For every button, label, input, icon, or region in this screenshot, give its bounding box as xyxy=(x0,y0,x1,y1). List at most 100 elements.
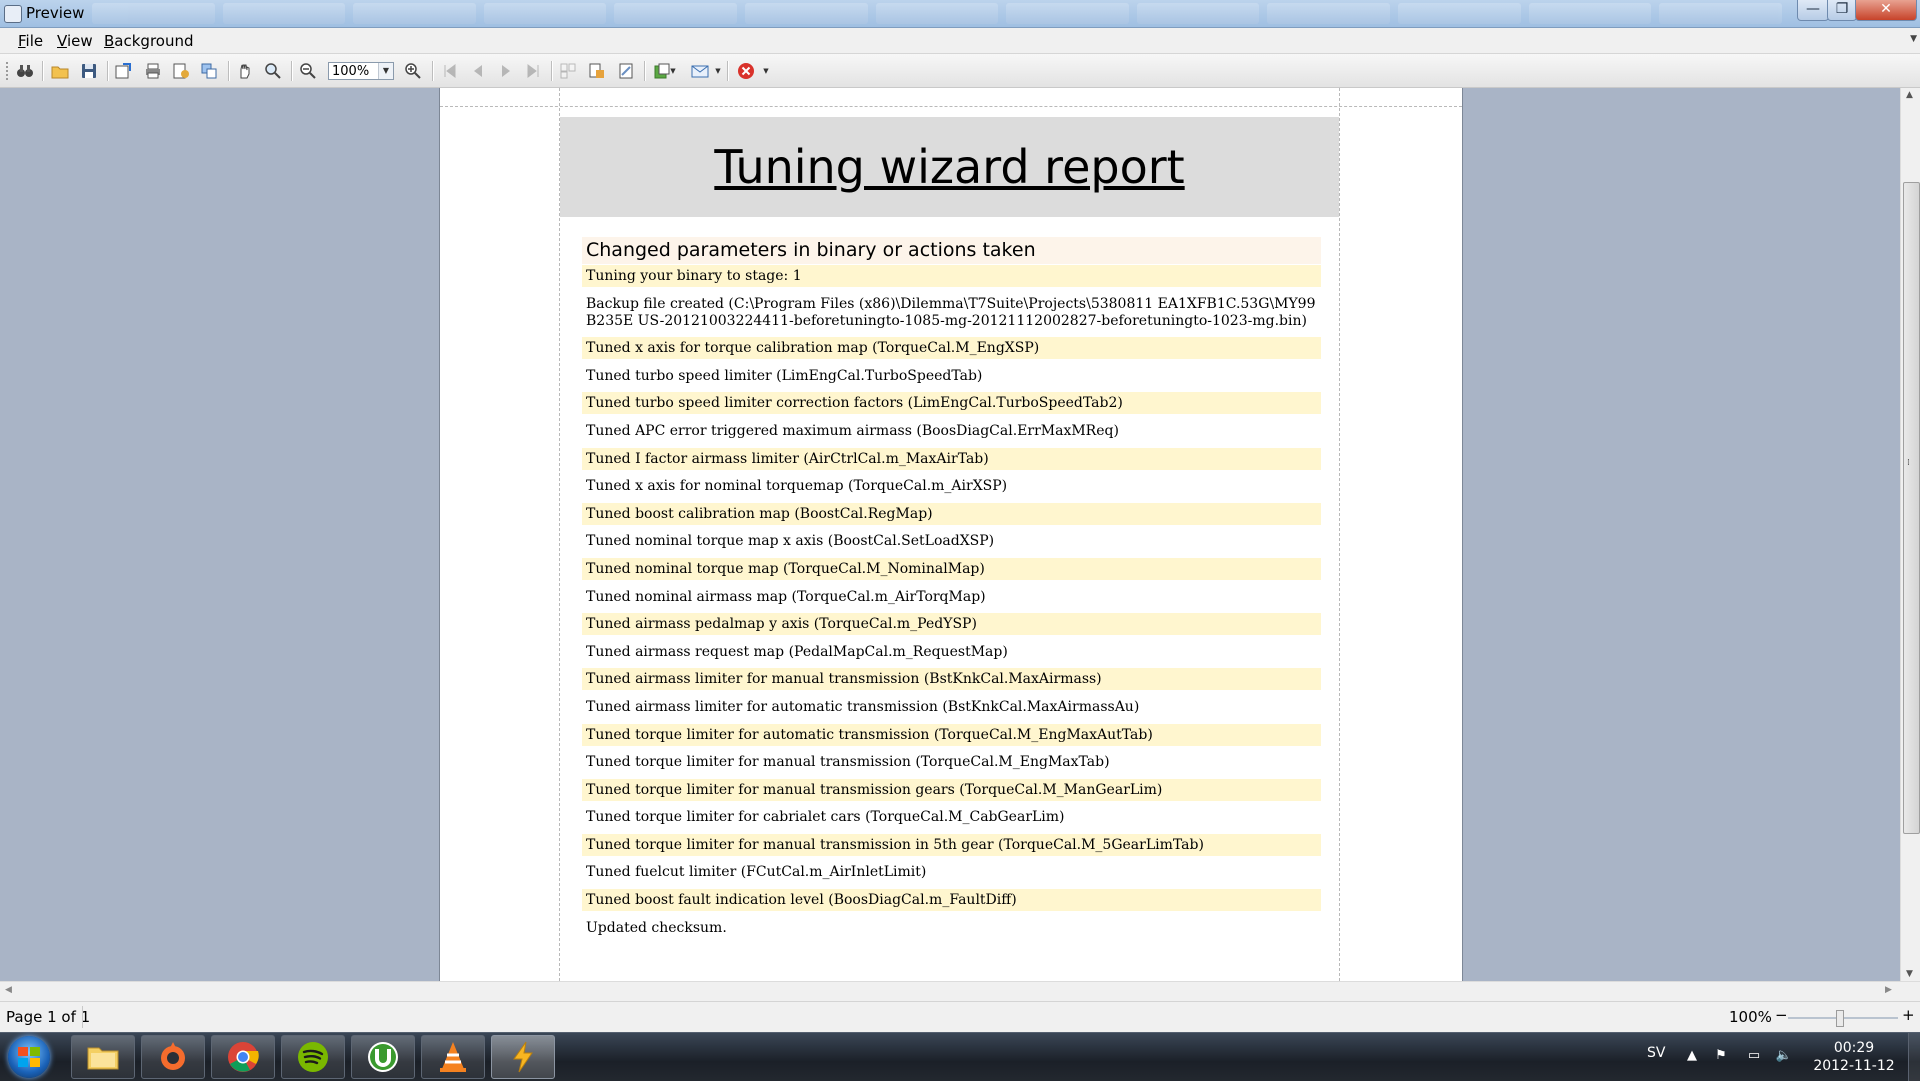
report-line: Tuned turbo speed limiter (LimEngCal.Tur… xyxy=(586,367,983,384)
scale-icon[interactable] xyxy=(199,61,219,81)
zoom-out-icon[interactable] xyxy=(298,61,318,81)
report-line: Tuned nominal torque map x axis (BoostCa… xyxy=(586,533,995,550)
windows-taskbar: SV ▲ ⚑ ▭ 🔈 00:29 2012-11-12 xyxy=(0,1032,1920,1081)
preview-app-icon xyxy=(4,5,22,23)
taskbar-chrome[interactable] xyxy=(211,1035,275,1079)
report-line: Tuned fuelcut limiter (FCutCal.m_AirInle… xyxy=(586,864,927,881)
report-line: Tuned torque limiter for manual transmis… xyxy=(582,778,1321,801)
utorrent-icon xyxy=(368,1042,398,1072)
report-line: Tuned airmass limiter for manual transmi… xyxy=(582,668,1321,691)
scroll-down-icon[interactable]: ▼ xyxy=(1906,969,1913,979)
vertical-scrollbar[interactable]: ▲ ⁞ ▼ xyxy=(1900,88,1920,981)
zoom-slider-thumb[interactable] xyxy=(1836,1010,1844,1027)
system-clock[interactable]: 00:29 2012-11-12 xyxy=(1804,1039,1904,1075)
scroll-right-icon[interactable]: ▶ xyxy=(1885,985,1892,995)
report-line: Tuned torque limiter for automatic trans… xyxy=(582,723,1321,746)
taskbar-spotify[interactable] xyxy=(281,1035,345,1079)
toolbar-grip-handle[interactable] xyxy=(6,62,12,80)
toolbar-overflow-icon[interactable]: ▼ xyxy=(762,61,770,81)
report-line: Updated checksum. xyxy=(586,919,727,936)
report-page: Tuning wizard report Changed parameters … xyxy=(439,88,1463,981)
horizontal-scrollbar[interactable]: ◀ ▶ xyxy=(0,981,1920,1001)
chrome-icon xyxy=(228,1042,259,1072)
close-window-button[interactable]: ✕ xyxy=(1855,0,1917,21)
zoom-out-button[interactable]: − xyxy=(1775,1006,1788,1024)
volume-icon[interactable]: 🔈 xyxy=(1775,1047,1793,1065)
header-footer-icon[interactable] xyxy=(587,61,607,81)
background-window-tabs xyxy=(92,3,1782,24)
report-line: Tuned x axis for nominal torquemap (Torq… xyxy=(586,478,1008,495)
menu-file[interactable]: File xyxy=(18,32,43,50)
report-line-part: B235E US-20121003224411-beforetuningto-1… xyxy=(586,312,1307,329)
email-dropdown-icon[interactable]: ▼ xyxy=(713,61,723,81)
action-center-flag-icon[interactable]: ⚑ xyxy=(1712,1047,1730,1065)
report-line: Tuning your binary to stage: 1 xyxy=(582,265,1321,287)
report-line: Tuned airmass limiter for automatic tran… xyxy=(586,698,1140,715)
chevron-down-icon[interactable]: ▼ xyxy=(378,63,393,79)
maximize-button[interactable]: ❐ xyxy=(1827,0,1857,21)
zoom-percentage: 100% xyxy=(1729,1008,1772,1026)
export-icon[interactable] xyxy=(113,61,133,81)
vertical-scroll-thumb[interactable] xyxy=(1903,182,1920,834)
report-line: Backup file created (C:\Program Files (x… xyxy=(582,293,1321,332)
show-desktop-button[interactable] xyxy=(1908,1033,1920,1081)
prev-page-icon[interactable] xyxy=(468,61,488,81)
report-line: Tuned boost calibration map (BoostCal.Re… xyxy=(582,502,1321,525)
report-line: Tuned I factor airmass limiter (AirCtrlC… xyxy=(582,447,1321,470)
multiple-pages-icon[interactable] xyxy=(558,61,578,81)
report-title: Tuning wizard report xyxy=(714,140,1185,194)
lightning-icon xyxy=(513,1041,533,1073)
zoom-in-button[interactable]: + xyxy=(1902,1006,1915,1024)
page-setup-icon[interactable] xyxy=(171,61,191,81)
clock-date: 2012-11-12 xyxy=(1813,1058,1895,1074)
zoom-combo-box[interactable]: 100% ▼ xyxy=(328,62,394,80)
network-icon[interactable]: ▭ xyxy=(1745,1047,1763,1065)
section-title: Changed parameters in binary or actions … xyxy=(582,237,1321,264)
find-icon[interactable] xyxy=(15,61,35,81)
magnifier-icon[interactable] xyxy=(263,61,283,81)
page-info: Page 1 of 1 xyxy=(6,1008,91,1026)
margin-guide-top xyxy=(440,106,1462,107)
taskbar-file-explorer[interactable] xyxy=(71,1035,135,1079)
menu-view[interactable]: View xyxy=(57,32,93,50)
report-line-part: Backup file created (C:\Program Files (x… xyxy=(586,295,1316,312)
language-indicator[interactable]: SV xyxy=(1647,1045,1665,1061)
close-preview-icon[interactable] xyxy=(736,61,756,81)
last-page-icon[interactable] xyxy=(523,61,543,81)
minimize-button[interactable]: — xyxy=(1797,0,1829,21)
preview-toolbar: 100% ▼ ▼ ▼ ▼ xyxy=(0,54,1920,88)
report-line: Tuned torque limiter for manual transmis… xyxy=(586,754,1110,771)
send-email-icon[interactable] xyxy=(690,61,710,81)
next-page-icon[interactable] xyxy=(496,61,516,81)
watermark-icon[interactable] xyxy=(616,61,636,81)
preview-canvas[interactable]: Tuning wizard report Changed parameters … xyxy=(0,88,1900,981)
taskbar-vlc[interactable] xyxy=(421,1035,485,1079)
menu-bar: File View Background ▼ xyxy=(0,28,1920,54)
window-title-bar[interactable]: Preview — ❐ ✕ xyxy=(0,0,1920,28)
print-icon[interactable] xyxy=(143,61,163,81)
taskbar-t7suite[interactable] xyxy=(491,1035,555,1079)
show-hidden-icons[interactable]: ▲ xyxy=(1683,1047,1701,1065)
scroll-up-icon[interactable]: ▲ xyxy=(1906,90,1913,100)
taskbar-origin[interactable] xyxy=(141,1035,205,1079)
spotify-icon xyxy=(298,1042,328,1072)
report-lines: Tuning your binary to stage: 1 Backup fi… xyxy=(582,265,1321,944)
taskbar-utorrent[interactable] xyxy=(351,1035,415,1079)
report-line: Tuned airmass pedalmap y axis (TorqueCal… xyxy=(582,613,1321,636)
save-icon[interactable] xyxy=(79,61,99,81)
menu-overflow-icon[interactable]: ▼ xyxy=(1910,34,1917,44)
report-header: Tuning wizard report xyxy=(560,117,1339,217)
export-dropdown-icon[interactable]: ▼ xyxy=(668,61,678,81)
hand-tool-icon[interactable] xyxy=(235,61,255,81)
report-line: Tuned turbo speed limiter correction fac… xyxy=(582,392,1321,415)
scroll-grip-icon: ⁞ xyxy=(1907,458,1910,468)
start-button[interactable] xyxy=(8,1036,50,1078)
report-line: Tuned nominal airmass map (TorqueCal.m_A… xyxy=(586,588,986,605)
zoom-in-icon[interactable] xyxy=(403,61,423,81)
open-icon[interactable] xyxy=(50,61,70,81)
menu-background[interactable]: Background xyxy=(104,32,194,50)
report-line: Tuned torque limiter for cabrialet cars … xyxy=(586,809,1065,826)
first-page-icon[interactable] xyxy=(440,61,460,81)
scroll-left-icon[interactable]: ◀ xyxy=(5,985,12,995)
report-line: Tuned APC error triggered maximum airmas… xyxy=(586,422,1119,439)
